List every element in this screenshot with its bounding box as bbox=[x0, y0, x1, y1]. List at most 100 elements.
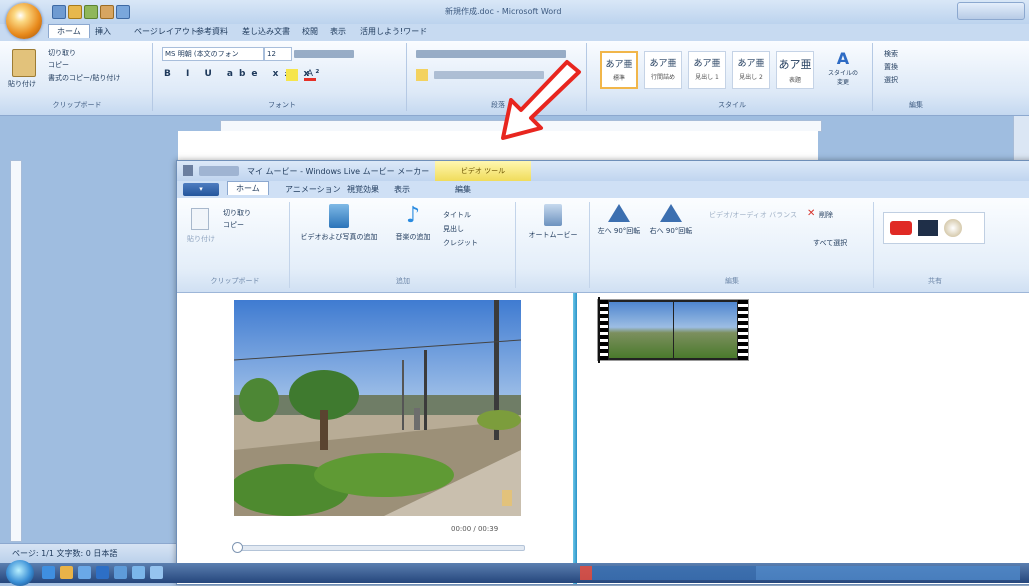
taskbar-moviemaker-icon[interactable] bbox=[114, 566, 127, 579]
change-styles-button[interactable]: A スタイルの変更 bbox=[826, 49, 860, 86]
editing-group-label: 編集 bbox=[909, 101, 923, 109]
automovie-button[interactable]: オートムービー bbox=[521, 204, 585, 240]
mm-tab-animations[interactable]: アニメーション bbox=[285, 184, 341, 195]
tab-home[interactable]: ホーム bbox=[48, 24, 90, 38]
mm-copy-button[interactable]: コピー bbox=[223, 220, 244, 230]
share-gallery[interactable] bbox=[883, 212, 985, 244]
word-status-text: ページ: 1/1 文字数: 0 日本語 bbox=[12, 549, 118, 558]
tab-insert[interactable]: 挿入 bbox=[95, 26, 111, 37]
red-arrow-annotation bbox=[501, 60, 581, 140]
taskbar-app-icon[interactable] bbox=[132, 566, 145, 579]
word-ribbon-tabs: ホーム 挿入 ページレイアウト 参考資料 差し込み文書 校閲 表示 活用しよう!… bbox=[0, 24, 1029, 41]
find-button[interactable]: 検索 bbox=[884, 49, 898, 59]
mm-editing-group: 左へ 90°回転 右へ 90°回転 ビデオ/オーディオ バランス ✕ 削除 すべ… bbox=[591, 202, 874, 288]
word-window-controls[interactable] bbox=[957, 2, 1025, 20]
rotate-right-button[interactable]: 右へ 90°回転 bbox=[647, 204, 695, 236]
tab-review[interactable]: 校閲 bbox=[302, 26, 318, 37]
tab-view[interactable]: 表示 bbox=[330, 26, 346, 37]
automovie-icon bbox=[544, 204, 562, 226]
filmstrip-edge-right bbox=[738, 300, 748, 360]
print-icon[interactable] bbox=[100, 5, 114, 19]
paste-label[interactable]: 貼り付け bbox=[8, 79, 36, 89]
mm-clipboard-group-label: クリップボード bbox=[210, 277, 260, 285]
mm-paste-icon[interactable] bbox=[191, 208, 209, 230]
storyboard-pane[interactable] bbox=[579, 293, 1029, 584]
tab-page-layout[interactable]: ページレイアウト bbox=[134, 26, 198, 37]
replace-button[interactable]: 置換 bbox=[884, 62, 898, 72]
video-tools-context-tab: ビデオ ツール bbox=[435, 161, 531, 181]
mm-tab-visual-effects[interactable]: 視覚効果 bbox=[347, 184, 379, 195]
taskbar bbox=[0, 560, 1029, 586]
font-format-buttons[interactable]: B I U abe x₂ x² bbox=[164, 69, 325, 79]
taskbar-app-icon[interactable] bbox=[78, 566, 91, 579]
movie-maker-file-button[interactable]: ▾ bbox=[183, 183, 219, 196]
taskbar-folder-icon[interactable] bbox=[60, 566, 73, 579]
style-heading-1[interactable]: あア亜 見出し 1 bbox=[688, 51, 726, 89]
cut-button[interactable]: 切り取り bbox=[48, 48, 76, 58]
seek-bar[interactable] bbox=[233, 545, 525, 551]
undo-icon[interactable] bbox=[68, 5, 82, 19]
select-all-button[interactable]: すべて選択 bbox=[813, 238, 847, 248]
notification-area[interactable] bbox=[580, 566, 1020, 580]
pane-splitter[interactable] bbox=[573, 293, 577, 584]
mm-add-group-label: 追加 bbox=[396, 277, 410, 285]
highlight-icon[interactable] bbox=[286, 69, 298, 81]
add-music-button[interactable]: ♪ 音楽の追加 bbox=[387, 204, 439, 242]
music-note-icon: ♪ bbox=[405, 203, 421, 228]
tab-references[interactable]: 参考資料 bbox=[196, 26, 228, 37]
tab-addin[interactable]: 活用しよう!ワード bbox=[360, 26, 427, 37]
add-title-button[interactable]: タイトル bbox=[443, 210, 471, 220]
mm-automovie-group: オートムービー bbox=[517, 202, 590, 288]
start-button[interactable] bbox=[6, 560, 34, 586]
font-color-icon[interactable]: A bbox=[304, 69, 316, 81]
youtube-icon[interactable] bbox=[890, 221, 912, 235]
share-disc-icon[interactable] bbox=[944, 219, 962, 237]
paste-icon[interactable] bbox=[12, 49, 36, 77]
taskbar-ie-icon[interactable] bbox=[42, 566, 55, 579]
mm-tab-edit[interactable]: 編集 bbox=[455, 184, 471, 195]
audio-mix-button[interactable]: ビデオ/オーディオ バランス bbox=[709, 210, 797, 220]
quick-access-toolbar[interactable] bbox=[199, 166, 239, 176]
device-icon[interactable] bbox=[918, 220, 938, 236]
paragraph-mark-icon[interactable] bbox=[416, 69, 428, 81]
font-name-select[interactable]: MS 明朝 (本文のフォン bbox=[162, 47, 264, 61]
taskbar-app-icon[interactable] bbox=[150, 566, 163, 579]
playhead-indicator[interactable] bbox=[598, 297, 600, 363]
vertical-ruler[interactable] bbox=[10, 160, 22, 542]
save-icon[interactable] bbox=[52, 5, 66, 19]
format-painter-button[interactable]: 書式のコピー/貼り付け bbox=[48, 73, 120, 83]
style-no-spacing[interactable]: あア亜 行間詰め bbox=[644, 51, 682, 89]
video-clip-thumbnail[interactable] bbox=[597, 299, 749, 361]
font-size-buttons[interactable] bbox=[294, 50, 354, 58]
font-size-select[interactable]: 12 bbox=[264, 47, 292, 61]
remove-button[interactable]: 削除 bbox=[819, 210, 833, 220]
add-video-photo-button[interactable]: ビデオおよび写真の追加 bbox=[293, 204, 385, 242]
qat-customize-icon[interactable] bbox=[116, 5, 130, 19]
mm-cut-button[interactable]: 切り取り bbox=[223, 208, 251, 218]
style-heading-2[interactable]: あア亜 見出し 2 bbox=[732, 51, 770, 89]
copy-button[interactable]: コピー bbox=[48, 60, 69, 70]
mm-paste-button[interactable]: 貼り付け bbox=[187, 234, 215, 244]
style-normal[interactable]: あア亜 標準 bbox=[600, 51, 638, 89]
movie-maker-window-title: マイ ムービー - Windows Live ムービー メーカー bbox=[247, 167, 430, 176]
add-credits-button[interactable]: クレジット bbox=[443, 238, 478, 248]
office-button[interactable] bbox=[6, 3, 42, 39]
preview-photo bbox=[234, 300, 521, 516]
rotate-left-button[interactable]: 左へ 90°回転 bbox=[595, 204, 643, 236]
add-caption-button[interactable]: 見出し bbox=[443, 224, 464, 234]
select-button[interactable]: 選択 bbox=[884, 75, 898, 85]
mm-tab-view[interactable]: 表示 bbox=[394, 184, 410, 195]
styles-group-label: スタイル bbox=[718, 101, 746, 109]
style-title[interactable]: あア亜 表題 bbox=[776, 51, 814, 89]
mm-editing-group-label: 編集 bbox=[725, 277, 739, 285]
movie-maker-ribbon: 貼り付け 切り取り コピー クリップボード ビデオおよび写真の追加 ♪ 音楽の追… bbox=[177, 198, 1029, 293]
list-buttons[interactable] bbox=[416, 50, 566, 58]
seek-slider-handle[interactable] bbox=[232, 542, 243, 553]
redo-icon[interactable] bbox=[84, 5, 98, 19]
tab-mailings[interactable]: 差し込み文書 bbox=[242, 26, 290, 37]
taskbar-word-icon[interactable] bbox=[96, 566, 109, 579]
mm-share-group-label: 共有 bbox=[928, 277, 942, 285]
mm-tab-home[interactable]: ホーム bbox=[227, 181, 269, 195]
word-titlebar: 新規作成.doc - Microsoft Word bbox=[0, 0, 1029, 24]
movie-maker-window: マイ ムービー - Windows Live ムービー メーカー ビデオ ツール… bbox=[176, 160, 1029, 585]
